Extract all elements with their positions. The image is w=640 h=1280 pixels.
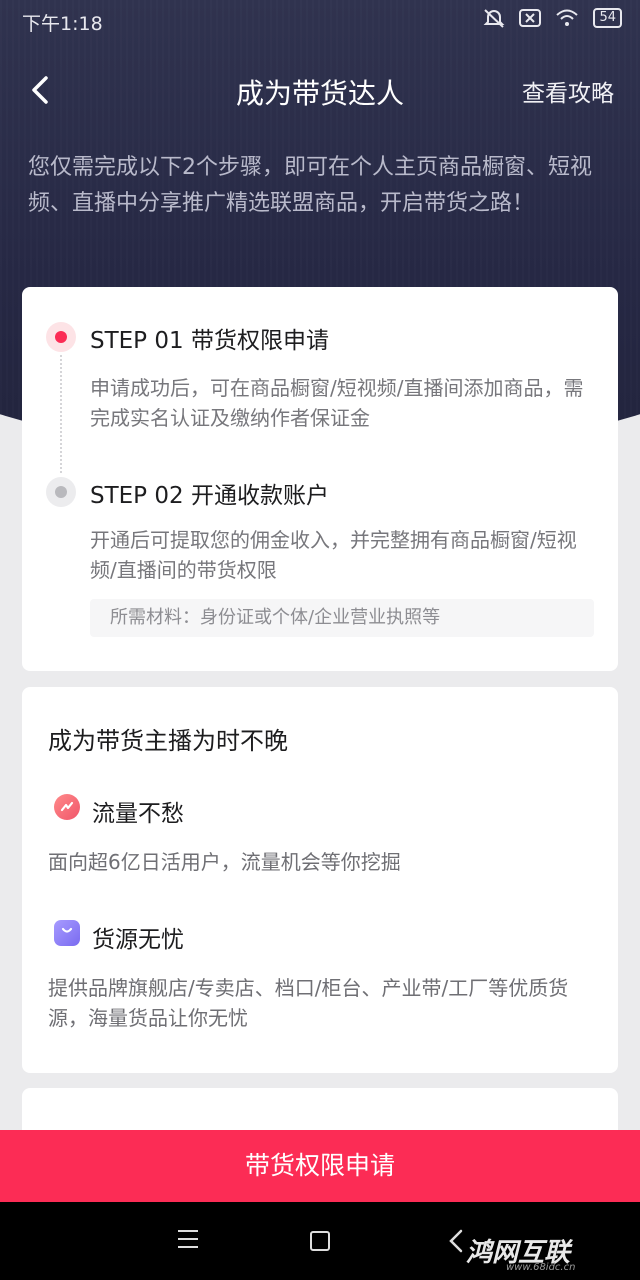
view-guide-link[interactable]: 查看攻略 (522, 74, 614, 108)
step2-title: STEP 02 开通收款账户 (90, 483, 329, 509)
benefits-title: 成为带货主播为时不晚 (48, 727, 288, 755)
benefits-card: 成为带货主播为时不晚 流量不愁 面向超6亿日活用户，流量机会等你挖掘 货源无忧 … (22, 687, 618, 1073)
step2-inactive-dot-icon (46, 477, 76, 507)
benefit-traffic-title: 流量不愁 (92, 801, 184, 827)
battery-icon: 54 (593, 8, 622, 28)
menu-key-icon[interactable] (178, 1230, 198, 1254)
step-connector-line (60, 355, 62, 473)
system-back-icon[interactable] (446, 1226, 466, 1256)
step1-title: STEP 01 带货权限申请 (90, 328, 329, 354)
step1-description: 申请成功后，可在商品橱窗/短视频/直播间添加商品，需完成实名认证及缴纳作者保证金 (90, 376, 584, 430)
status-time: 下午1:18 (22, 13, 103, 35)
required-materials-note: 所需材料：身份证或个体/企业营业执照等 (90, 599, 594, 637)
steps-card: STEP 01 带货权限申请 申请成功后，可在商品橱窗/短视频/直播间添加商品，… (22, 287, 618, 671)
watermark-url: www.68idc.cn (506, 1262, 576, 1273)
status-bar: 下午1:18 54 (0, 0, 640, 40)
benefit-traffic-description: 面向超6亿日活用户，流量机会等你挖掘 (48, 850, 401, 874)
nav-bar: 成为带货达人 查看攻略 (0, 58, 640, 118)
sim-off-icon (519, 9, 542, 27)
benefit-supply-description: 提供品牌旗舰店/专卖店、档口/柜台、产业带/工厂等优质货源，海量货品让你无忧 (48, 976, 569, 1030)
status-icons: 54 (483, 8, 622, 28)
mute-icon (484, 9, 505, 28)
step1-active-dot-icon (46, 322, 76, 352)
traffic-icon (54, 794, 80, 820)
intro-text: 您仅需完成以下2个步骤，即可在个人主页商品橱窗、短视频、直播中分享推广精选联盟商… (28, 155, 592, 216)
home-key-icon[interactable] (310, 1231, 330, 1251)
shopping-bag-icon (54, 920, 80, 946)
wifi-icon (556, 9, 579, 26)
apply-permission-button[interactable]: 带货权限申请 (0, 1130, 640, 1202)
benefit-supply-title: 货源无忧 (92, 927, 184, 953)
step2-description: 开通后可提取您的佣金收入，并完整拥有商品橱窗/短视频/直播间的带货权限 (90, 528, 577, 582)
